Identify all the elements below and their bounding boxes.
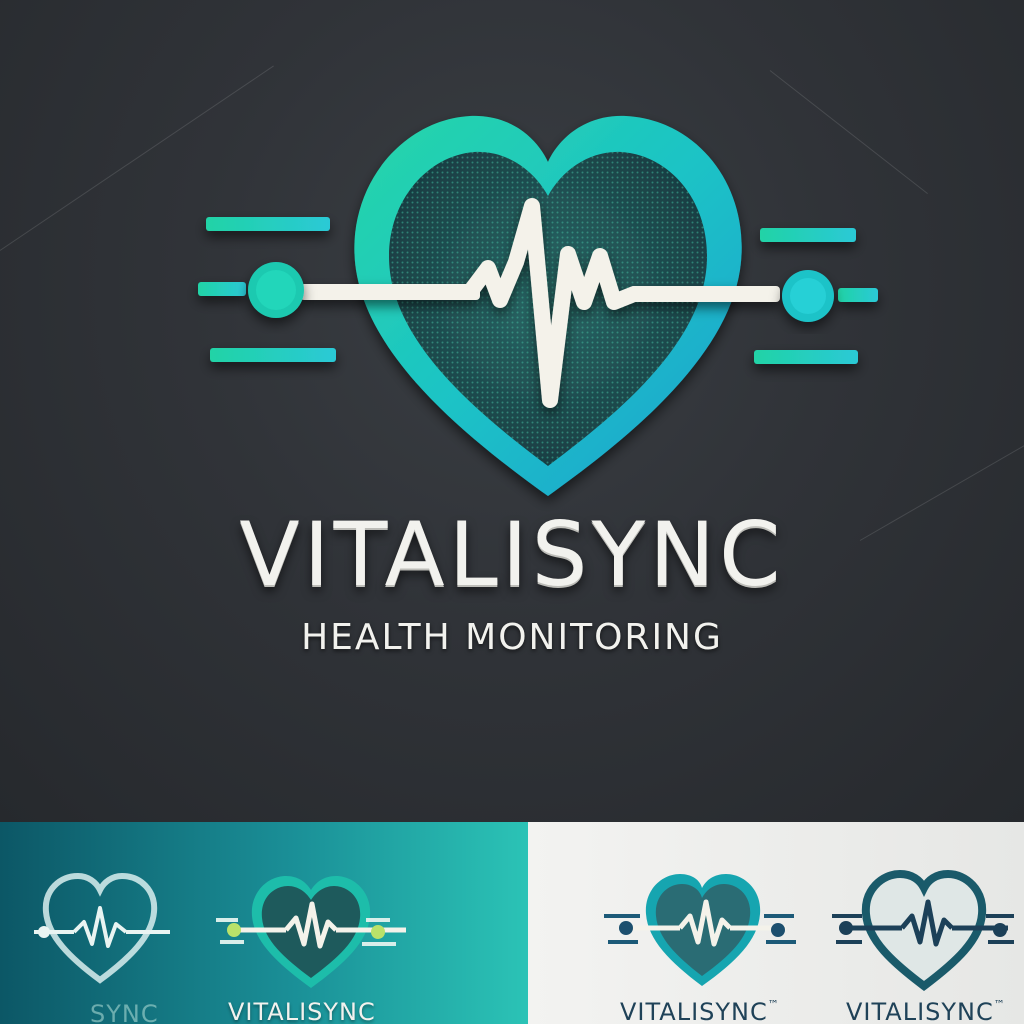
brand-tagline: HEALTH MONITORING [301, 617, 723, 658]
brand-name: VITALISYNC [239, 503, 785, 606]
variant-cropped-name: SYNC [90, 1000, 159, 1024]
variant-name-text: VITALISYNC [620, 998, 768, 1024]
variant-name-light-2: VITALISYNC™ [846, 998, 1006, 1024]
variant-name-text: VITALISYNC [846, 998, 994, 1024]
heart-pulse-icon [34, 872, 170, 984]
heart-pulse-icon [198, 115, 878, 496]
heart-pulse-icon [832, 869, 1014, 992]
variant-name-light-1: VITALISYNC™ [620, 998, 780, 1024]
variant-name-teal: VITALISYNC [228, 998, 376, 1024]
heart-pulse-icon [604, 874, 796, 986]
heart-pulse-icon [216, 876, 406, 988]
logo-hero-panel: VITALISYNC HEALTH MONITORING [0, 0, 1024, 822]
logo-variants-strip: SYNC VITALISYNC VITALISYNC™ VITALISYNC™ [0, 822, 1024, 1024]
trademark-mark: ™ [993, 998, 1006, 1011]
trademark-mark: ™ [767, 998, 780, 1011]
variant-panel-teal: SYNC VITALISYNC [0, 822, 528, 1024]
variant-panel-light: VITALISYNC™ VITALISYNC™ [528, 822, 1024, 1024]
